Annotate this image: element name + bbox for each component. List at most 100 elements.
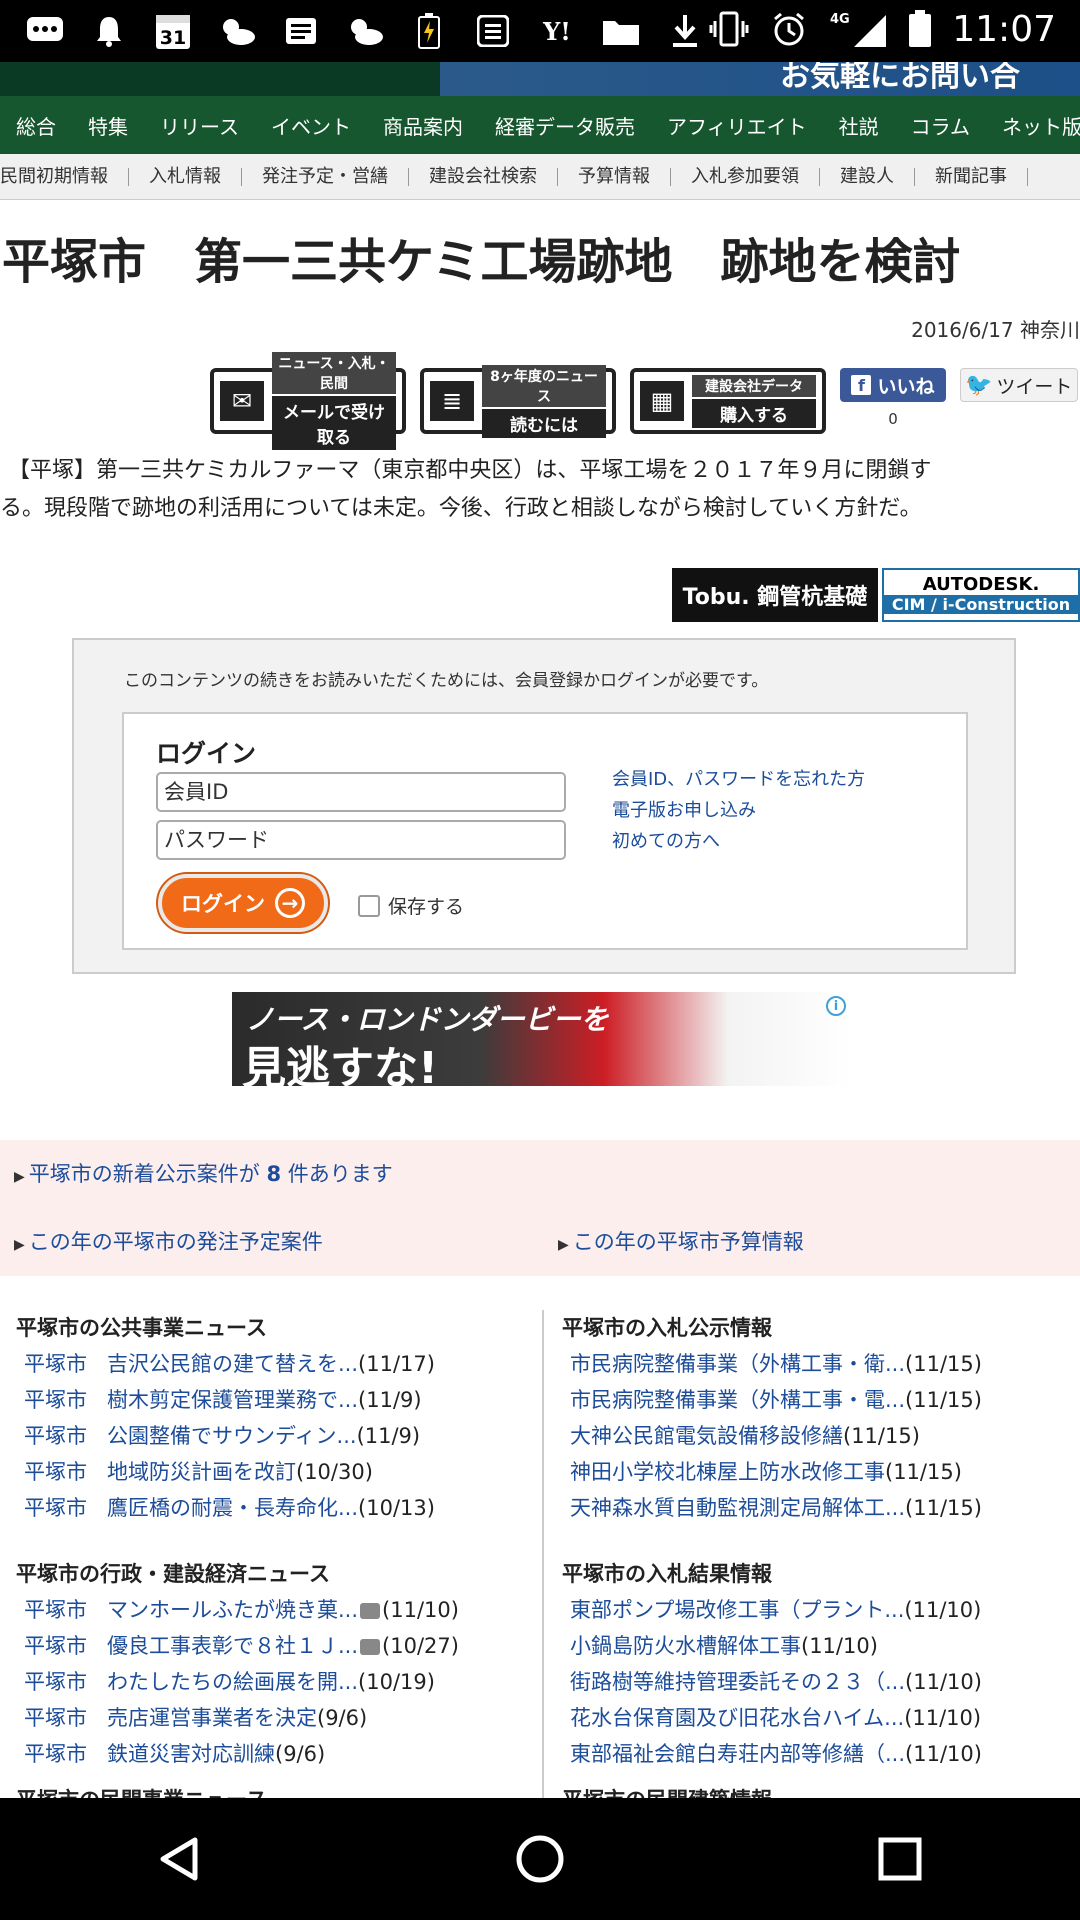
bid-results-heading: 平塚市の入札結果情報: [562, 1562, 772, 1586]
subnav-item-private[interactable]: 民間初期情報: [0, 167, 129, 186]
nav-item-event[interactable]: イベント: [255, 111, 367, 140]
login-heading: ログイン: [156, 739, 257, 768]
budget-link[interactable]: ▶ この年の平塚市予算情報: [558, 1226, 804, 1256]
bell-icon: [88, 10, 130, 52]
facebook-like-count: 0: [888, 410, 898, 428]
news-row[interactable]: 平塚市 売店運営事業者を決定(9/6): [16, 1700, 536, 1736]
nav-item-release[interactable]: リリース: [144, 111, 255, 140]
facebook-icon: f: [851, 375, 872, 395]
password-input[interactable]: パスワード: [156, 820, 566, 860]
bid-row[interactable]: 大神公民館電気設備移設修繕(11/15): [562, 1418, 1080, 1454]
news-row[interactable]: 平塚市 樹木剪定保護管理業務で...(11/9): [16, 1382, 536, 1418]
sub-nav: 民間初期情報 入札情報 発注予定・営繕 建設会社検索 予算情報 入札参加要領 建…: [0, 154, 1080, 200]
list-icon: [472, 10, 514, 52]
bid-row[interactable]: 市民病院整備事業（外構工事・衛...(11/15): [562, 1346, 1080, 1382]
signal-icon: 4G: [828, 8, 888, 50]
ad-info-icon[interactable]: i: [826, 996, 846, 1016]
ad-banner[interactable]: ノース・ロンドンダービーを 見逃すな! i: [232, 992, 852, 1086]
login-links: 会員ID、パスワードを忘れた方 電子版お申し込み 初めての方へ: [612, 764, 865, 857]
camera-icon: [360, 1639, 381, 1655]
tobu-ad-logo[interactable]: Tobu. 鋼管杭基礎: [672, 568, 878, 622]
news-archive-button[interactable]: ≣ 8ヶ年度のニュース 読むには: [420, 364, 616, 438]
news-row[interactable]: 平塚市 鷹匠橋の耐震・長寿命化...(10/13): [16, 1490, 536, 1526]
subnav-item-people[interactable]: 建設人: [820, 167, 915, 186]
column-divider: [542, 1310, 544, 1800]
back-icon[interactable]: [148, 1827, 212, 1891]
camera-icon: [360, 1603, 381, 1619]
dateline: 2016/6/17 神奈川: [911, 318, 1080, 342]
news-row[interactable]: 平塚市 優良工事表彰で８社１Ｊ... (10/27): [16, 1628, 536, 1664]
nav-item-net-edition[interactable]: ネット版: [986, 111, 1080, 140]
chat-notification-icon: [24, 10, 66, 52]
page-title: 平塚市 第一三共ケミ工場跡地 跡地を検討: [2, 234, 961, 290]
remember-checkbox[interactable]: 保存する: [358, 892, 464, 919]
result-row[interactable]: 小鍋島防火水槽解体工事(11/10): [562, 1628, 1080, 1664]
company-data-button[interactable]: ▦ 建設会社データ 購入する: [630, 368, 826, 434]
autodesk-ad-logo[interactable]: AUTODESK. CIM / i-Construction: [882, 568, 1080, 622]
bid-row[interactable]: 市民病院整備事業（外構工事・電...(11/15): [562, 1382, 1080, 1418]
forgot-password-link[interactable]: 会員ID、パスワードを忘れた方: [612, 764, 865, 795]
news-icon: [280, 10, 322, 52]
yahoo-icon: Y!: [536, 10, 578, 52]
news-row[interactable]: 平塚市 マンホールふたが焼き菓... (11/10): [16, 1592, 536, 1628]
login-panel: このコンテンツの続きをお読みいただくためには、会員登録かログインが必要です。 ロ…: [72, 638, 1016, 974]
battery-icon: [906, 8, 934, 50]
battery-charging-icon: [408, 10, 450, 52]
nav-item-tokushu[interactable]: 特集: [72, 111, 144, 140]
member-id-input[interactable]: 会員ID: [156, 772, 566, 812]
nav-item-products[interactable]: 商品案内: [367, 111, 479, 140]
nav-item-affiliate[interactable]: アフィリエイト: [651, 111, 823, 140]
subnav-item-orders[interactable]: 発注予定・営繕: [242, 167, 409, 186]
nav-item-column[interactable]: コラム: [895, 111, 986, 140]
checkbox-box[interactable]: [358, 894, 380, 917]
news-row[interactable]: 平塚市 吉沢公民館の建て替えを...(11/17): [16, 1346, 536, 1382]
login-message: このコンテンツの続きをお読みいただくためには、会員登録かログインが必要です。: [124, 671, 769, 691]
system-nav-bar: [0, 1798, 1080, 1920]
calendar-icon: 31: [152, 10, 194, 52]
screen: 31 Y! 4G 11:07 お気軽にお問い合 総合 特集 リリース イベント …: [0, 0, 1080, 1920]
document-icon: ≣: [430, 381, 474, 421]
triangle-icon: ▶: [14, 1169, 25, 1185]
mail-subscribe-button[interactable]: ✉ ニュース・入札・民間 メールで受け取る: [210, 352, 406, 450]
home-icon[interactable]: [508, 1827, 572, 1891]
order-plan-link[interactable]: ▶ この年の平塚市の発注予定案件: [14, 1226, 323, 1256]
alarm-icon: [768, 8, 810, 50]
banner-ad[interactable]: お気軽にお問い合: [440, 62, 1080, 96]
subnav-item-bids[interactable]: 入札情報: [129, 167, 242, 186]
login-button[interactable]: ログイン →: [158, 874, 328, 932]
article-paragraph-line: 【平塚】第一三共ケミカルファーマ（東京都中央区）は、平塚工場を２０１７年９月に閉…: [8, 458, 932, 483]
facebook-like-button[interactable]: f いいね: [840, 368, 946, 402]
result-row[interactable]: 街路樹等維持管理委託その２３（...(11/10): [562, 1664, 1080, 1700]
tweet-button[interactable]: 🐦 ツイート: [960, 368, 1078, 402]
status-bar: 31 Y! 4G 11:07: [0, 0, 1080, 62]
nav-item-editorial[interactable]: 社説: [823, 111, 895, 140]
twitter-icon: 🐦: [965, 372, 993, 398]
subnav-item-company-search[interactable]: 建設会社検索: [409, 167, 558, 186]
facebook-like: f いいね 0: [840, 368, 946, 428]
news-row[interactable]: 平塚市 鉄道災害対応訓練(9/6): [16, 1736, 536, 1772]
arrow-right-icon: →: [275, 888, 305, 918]
article-paragraph-line: る。現段階で跡地の利活用については未定。今後、行政と相談しながら検討していく方針…: [0, 496, 922, 521]
result-row[interactable]: 花水台保育園及び旧花水台ハイム...(11/10): [562, 1700, 1080, 1736]
folder-icon: [600, 10, 642, 52]
download-icon: [664, 10, 706, 52]
news-row[interactable]: 平塚市 公園整備でサウンディン...(11/9): [16, 1418, 536, 1454]
subnav-item-budget[interactable]: 予算情報: [558, 167, 671, 186]
nav-item-sogo[interactable]: 総合: [0, 111, 72, 140]
subnav-item-articles[interactable]: 新聞記事: [915, 167, 1028, 186]
admin-news-heading: 平塚市の行政・建設経済ニュース: [16, 1562, 330, 1586]
svg-text:Y!: Y!: [542, 17, 571, 46]
bid-row[interactable]: 天神森水質自動監視測定局解体工...(11/15): [562, 1490, 1080, 1526]
recents-icon[interactable]: [868, 1827, 932, 1891]
news-row[interactable]: 平塚市 地域防災計画を改訂(10/30): [16, 1454, 536, 1490]
result-row[interactable]: 東部福祉会館白寿荘内部等修繕（...(11/10): [562, 1736, 1080, 1772]
bid-row[interactable]: 神田小学校北棟屋上防水改修工事(11/15): [562, 1454, 1080, 1490]
result-row[interactable]: 東部ポンプ場改修工事（プラント...(11/10): [562, 1592, 1080, 1628]
apply-link[interactable]: 電子版お申し込み: [612, 795, 865, 826]
nav-item-keishin-data[interactable]: 経審データ販売: [479, 111, 651, 140]
subnav-item-bid-rules[interactable]: 入札参加要領: [671, 167, 820, 186]
login-form: ログイン 会員ID パスワード ログイン → 保存する 会員ID、パスワードを忘…: [122, 712, 968, 950]
new-notices-link[interactable]: ▶ 平塚市の新着公示案件が 8 件あります: [14, 1158, 393, 1188]
first-time-link[interactable]: 初めての方へ: [612, 826, 865, 857]
news-row[interactable]: 平塚市 わたしたちの絵画展を開...(10/19): [16, 1664, 536, 1700]
